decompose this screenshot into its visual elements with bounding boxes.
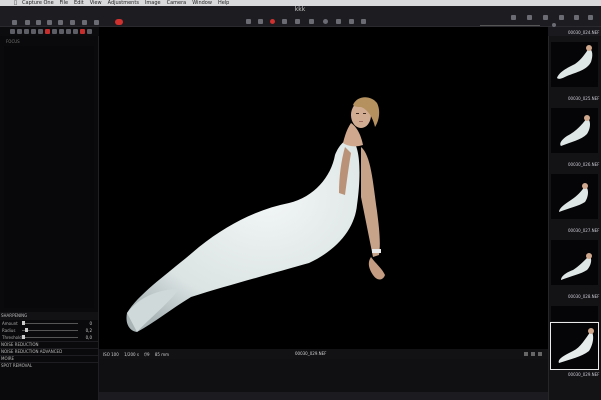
details-tab-icon[interactable] [45, 28, 50, 34]
document-title: kkk [294, 6, 306, 13]
fullscreen-icon[interactable] [574, 15, 579, 20]
image-viewer[interactable] [99, 27, 548, 349]
focus-header: FOCUS [6, 39, 20, 44]
amount-knob[interactable] [22, 321, 25, 325]
share-icon[interactable] [70, 20, 75, 25]
moire-section[interactable]: MOIRE [0, 355, 98, 362]
view-single-icon[interactable] [524, 352, 528, 356]
pan-icon[interactable] [258, 19, 263, 24]
thumb-label: 00030_028.NEF [568, 294, 600, 299]
import-icon[interactable] [12, 20, 17, 25]
brush-icon[interactable] [349, 19, 354, 24]
tool-panel: FOCUS SHARPENING Amount 0 Radius 0,2 Thr… [0, 36, 99, 400]
keystone-icon[interactable] [323, 19, 328, 24]
exif-info: ISO 100 1/200 s f/9 85 mm [99, 352, 169, 357]
undo-icon[interactable] [82, 20, 87, 25]
edit-icon[interactable] [58, 20, 63, 25]
exposure-tab-icon[interactable] [38, 28, 43, 34]
view-info-icon[interactable] [538, 352, 542, 356]
noise-reduction-advanced-section[interactable]: NOISE REDUCTION ADVANCED [0, 348, 98, 355]
redo-icon[interactable] [94, 20, 99, 25]
folder-icon[interactable] [25, 20, 30, 25]
reset-icon[interactable] [115, 19, 123, 25]
thumb-label-selected: 00030_029.NEF [568, 372, 600, 377]
local-tab-icon[interactable] [52, 28, 57, 34]
radius-value[interactable]: 0,2 [86, 327, 92, 334]
help-icon[interactable] [588, 15, 593, 20]
screen-bezel [99, 392, 548, 400]
current-filename: 00030_029.NEF [295, 351, 327, 356]
amount-label: Amount [2, 321, 18, 326]
grid-view-icon[interactable] [511, 15, 516, 20]
thumbnail-image[interactable] [551, 240, 598, 285]
batch-tab-icon[interactable] [73, 28, 78, 34]
sharpening-title[interactable]: SHARPENING [0, 312, 98, 320]
shutter-value: 1/200 s [124, 351, 139, 357]
zoom-icon[interactable] [270, 19, 275, 24]
thumbnail-image[interactable] [551, 108, 598, 153]
viewer-status-bar: ISO 100 1/200 s f/9 85 mm 00030_029.NEF [99, 349, 548, 359]
quick-tab-icon[interactable] [80, 28, 85, 34]
thumbnail-image[interactable] [551, 42, 598, 87]
thumb-label: 00030_024.NEF [568, 30, 600, 35]
crop-icon[interactable] [295, 19, 300, 24]
output-tab-icon[interactable] [59, 28, 64, 34]
hand-icon[interactable] [282, 19, 287, 24]
threshold-label: Threshold [2, 335, 22, 340]
amount-slider[interactable] [22, 321, 78, 325]
thumbnail-image-selected[interactable] [550, 322, 599, 370]
capture-icon[interactable] [36, 20, 41, 25]
browser-toggle-icon[interactable] [543, 15, 548, 20]
metadata-tab-icon[interactable] [66, 28, 71, 34]
amount-value[interactable]: 0 [89, 320, 92, 327]
mask-icon[interactable] [336, 19, 341, 24]
radius-label: Radius [2, 328, 16, 333]
thumbnail-image[interactable] [551, 306, 598, 321]
threshold-value[interactable]: 0,0 [86, 334, 92, 341]
color-tab-icon[interactable] [31, 28, 36, 34]
settings-icon[interactable] [559, 15, 564, 20]
radius-slider[interactable] [22, 328, 78, 332]
tool-tabs [0, 27, 108, 35]
select-icon[interactable] [246, 19, 251, 24]
library-tab-icon[interactable] [10, 28, 15, 34]
focus-preview [4, 46, 94, 308]
sharpening-tool: SHARPENING Amount 0 Radius 0,2 Threshold… [0, 312, 98, 369]
iso-value: ISO 100 [103, 351, 119, 357]
aperture-value: f/9 [144, 351, 150, 357]
view-compare-icon[interactable] [531, 352, 535, 356]
threshold-knob[interactable] [22, 335, 25, 339]
photo-woman-white-dress [126, 97, 385, 332]
rotate-icon[interactable] [47, 20, 52, 25]
multi-view-icon[interactable] [527, 15, 532, 20]
straighten-icon[interactable] [309, 19, 314, 24]
thumbnail-size-slider[interactable] [480, 25, 540, 26]
spot-removal-section[interactable]: SPOT REMOVAL [0, 362, 98, 369]
capture-tab-icon[interactable] [17, 28, 22, 34]
thumb-label: 00030_026.NEF [568, 162, 600, 167]
picker-icon[interactable] [361, 19, 366, 24]
noise-reduction-section[interactable]: NOISE REDUCTION [0, 341, 98, 348]
thumbnail-image[interactable] [551, 174, 598, 219]
threshold-row: Threshold 0,0 [0, 334, 98, 341]
threshold-slider[interactable] [22, 335, 78, 339]
focal-length-value: 85 mm [154, 351, 169, 357]
viewer-controls [524, 352, 542, 356]
radius-knob[interactable] [25, 328, 28, 332]
thumb-label: 00030_025.NEF [568, 96, 600, 101]
radius-row: Radius 0,2 [0, 327, 98, 334]
custom-tab-icon[interactable] [87, 28, 92, 34]
amount-row: Amount 0 [0, 320, 98, 327]
lens-tab-icon[interactable] [24, 28, 29, 34]
thumb-label: 00030_027.NEF [568, 228, 600, 233]
